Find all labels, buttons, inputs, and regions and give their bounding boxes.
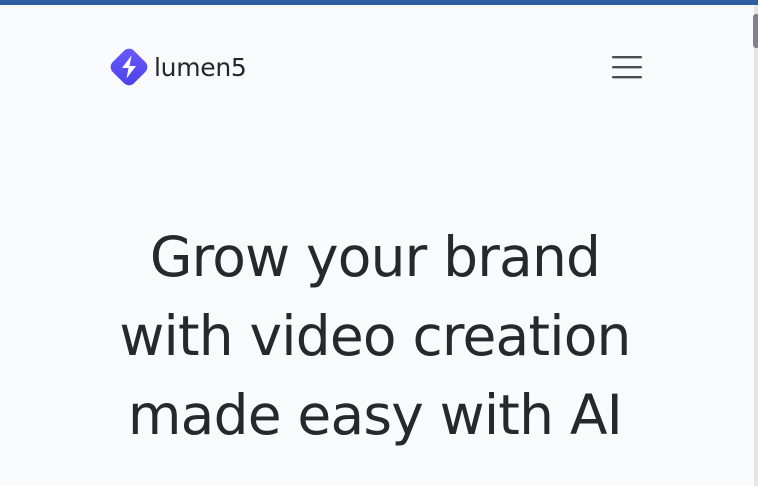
hero-headline-line-1: Grow your brand: [149, 225, 601, 289]
page: lumen5 Grow your brand with video creati…: [0, 0, 758, 486]
scrollbar-track: [754, 5, 758, 486]
lumen5-logo-icon: [110, 48, 148, 86]
hero-headline: Grow your brand with video creation made…: [80, 218, 670, 455]
site-header: lumen5: [108, 44, 644, 92]
browser-top-border: [0, 0, 758, 5]
hero-headline-line-3: made easy with AI: [127, 383, 623, 447]
hero-headline-line-2: with video creation: [119, 304, 631, 368]
brand-wordmark: lumen5: [154, 52, 247, 82]
hamburger-menu-icon: [612, 56, 642, 79]
brand-logo-link[interactable]: lumen5: [108, 46, 247, 88]
scrollbar-thumb[interactable]: [753, 14, 758, 48]
hamburger-menu-button[interactable]: [612, 54, 642, 80]
